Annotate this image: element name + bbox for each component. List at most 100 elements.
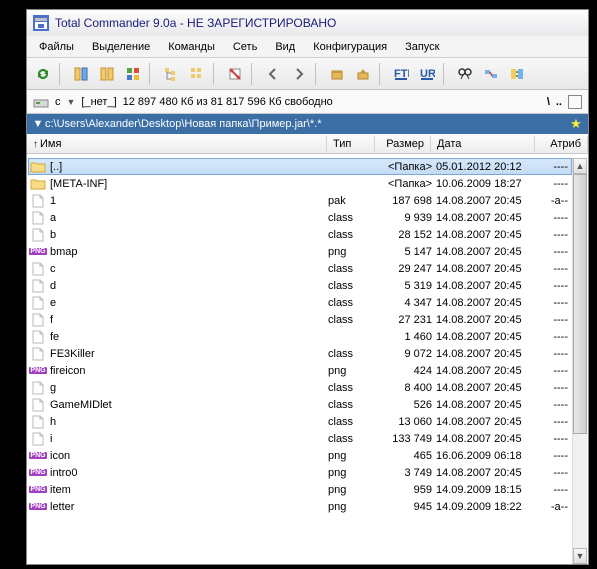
file-name: icon xyxy=(50,450,328,462)
app-window: Total Commander 9.0a - НЕ ЗАРЕГИСТРИРОВА… xyxy=(26,9,589,565)
file-attr: ---- xyxy=(536,467,570,479)
file-attr: ---- xyxy=(536,280,570,292)
table-row[interactable]: eclass4 34714.08.2007 20:45---- xyxy=(28,294,572,311)
back-icon[interactable] xyxy=(261,62,285,86)
file-name: h xyxy=(50,416,328,428)
view-brief-icon[interactable] xyxy=(69,62,93,86)
scroll-down-icon[interactable]: ▼ xyxy=(573,548,587,564)
file-date: 16.06.2009 06:18 xyxy=(432,450,536,462)
scroll-thumb[interactable] xyxy=(573,174,587,434)
menu-files[interactable]: Файлы xyxy=(31,39,82,55)
file-ext: png xyxy=(328,246,376,258)
favorite-icon[interactable]: ★ xyxy=(568,116,584,132)
file-name: b xyxy=(50,229,328,241)
file-ext: class xyxy=(328,297,376,309)
table-row[interactable]: PNGletterpng94514.09.2009 18:22-a-- xyxy=(28,498,572,515)
file-attr: ---- xyxy=(536,399,570,411)
table-row[interactable]: PNGfireiconpng42414.08.2007 20:45---- xyxy=(28,362,572,379)
table-row[interactable]: PNGbmappng5 14714.08.2007 20:45---- xyxy=(28,243,572,260)
toolbar: FTP URL xyxy=(27,58,588,90)
menu-net[interactable]: Сеть xyxy=(225,39,265,55)
menu-start[interactable]: Запуск xyxy=(397,39,447,55)
forward-icon[interactable] xyxy=(287,62,311,86)
file-date: 14.09.2009 18:15 xyxy=(432,484,536,496)
table-row[interactable]: fe1 46014.08.2007 20:45---- xyxy=(28,328,572,345)
sync-icon[interactable] xyxy=(505,62,529,86)
file-list[interactable]: [..]<Папка>05.01.2012 20:12----[META-INF… xyxy=(28,158,572,564)
file-size: <Папка> xyxy=(376,161,432,173)
file-date: 14.08.2007 20:45 xyxy=(432,433,536,445)
file-attr: ---- xyxy=(536,382,570,394)
table-row[interactable]: hclass13 06014.08.2007 20:45---- xyxy=(28,413,572,430)
col-size[interactable]: Размер xyxy=(375,136,431,152)
file-size: 133 749 xyxy=(376,433,432,445)
path-dropdown-icon[interactable]: ▼ xyxy=(31,118,45,130)
table-row[interactable]: GameMIDletclass52614.08.2007 20:45---- xyxy=(28,396,572,413)
col-name[interactable]: Имя xyxy=(27,136,327,152)
refresh-icon[interactable] xyxy=(31,62,55,86)
menu-selection[interactable]: Выделение xyxy=(84,39,158,55)
tree-icon[interactable] xyxy=(159,62,183,86)
table-row[interactable]: gclass8 40014.08.2007 20:45---- xyxy=(28,379,572,396)
table-row[interactable]: 1pak187 69814.08.2007 20:45-a-- xyxy=(28,192,572,209)
drive-icon[interactable] xyxy=(33,94,49,110)
column-header: Имя Тип Размер Дата Атриб xyxy=(27,134,588,154)
drive-letter[interactable]: c xyxy=(55,96,61,108)
file-name: bmap xyxy=(50,246,328,258)
drive-none: [_нет_] xyxy=(81,96,116,108)
table-row[interactable]: iclass133 74914.08.2007 20:45---- xyxy=(28,430,572,447)
pack-icon[interactable] xyxy=(325,62,349,86)
file-name: fireicon xyxy=(50,365,328,377)
all-files-icon[interactable] xyxy=(185,62,209,86)
table-row[interactable]: PNGiconpng46516.06.2009 06:18---- xyxy=(28,447,572,464)
search-icon[interactable] xyxy=(453,62,477,86)
scrollbar[interactable]: ▲ ▼ xyxy=(572,158,587,564)
table-row[interactable]: [META-INF]<Папка>10.06.2009 18:27---- xyxy=(28,175,572,192)
table-row[interactable]: cclass29 24714.08.2007 20:45---- xyxy=(28,260,572,277)
file-attr: ---- xyxy=(536,263,570,275)
file-date: 14.08.2007 20:45 xyxy=(432,331,536,343)
file-date: 14.08.2007 20:45 xyxy=(432,263,536,275)
table-row[interactable]: bclass28 15214.08.2007 20:45---- xyxy=(28,226,572,243)
table-row[interactable]: PNGintro0png3 74914.08.2007 20:45---- xyxy=(28,464,572,481)
url-icon[interactable]: URL xyxy=(415,62,439,86)
col-date[interactable]: Дата xyxy=(431,136,535,152)
file-name: GameMIDlet xyxy=(50,399,328,411)
file-name: [META-INF] xyxy=(50,178,328,190)
menu-commands[interactable]: Команды xyxy=(160,39,223,55)
col-attr[interactable]: Атриб xyxy=(535,136,588,152)
table-row[interactable]: [..]<Папка>05.01.2012 20:12---- xyxy=(28,158,572,175)
drive-extra-button[interactable] xyxy=(568,95,582,109)
file-icon xyxy=(30,415,46,429)
png-icon: PNG xyxy=(30,483,46,497)
scroll-up-icon[interactable]: ▲ xyxy=(573,158,587,174)
col-ext[interactable]: Тип xyxy=(327,136,375,152)
titlebar: Total Commander 9.0a - НЕ ЗАРЕГИСТРИРОВА… xyxy=(27,10,588,36)
table-row[interactable]: fclass27 23114.08.2007 20:45---- xyxy=(28,311,572,328)
file-size: 9 072 xyxy=(376,348,432,360)
table-row[interactable]: aclass9 93914.08.2007 20:45---- xyxy=(28,209,572,226)
view-thumbs-icon[interactable] xyxy=(121,62,145,86)
file-name: item xyxy=(50,484,328,496)
file-attr: ---- xyxy=(536,433,570,445)
file-size: 13 060 xyxy=(376,416,432,428)
menu-view[interactable]: Вид xyxy=(267,39,303,55)
unpack-icon[interactable] xyxy=(351,62,375,86)
file-ext: class xyxy=(328,229,376,241)
ftp-icon[interactable]: FTP xyxy=(389,62,413,86)
table-row[interactable]: FE3Killerclass9 07214.08.2007 20:45---- xyxy=(28,345,572,362)
root-button[interactable]: \ xyxy=(547,96,550,108)
rename-icon[interactable] xyxy=(479,62,503,86)
menu-config[interactable]: Конфигурация xyxy=(305,39,395,55)
current-path[interactable]: c:\Users\Alexander\Desktop\Новая папка\П… xyxy=(45,118,568,130)
file-attr: ---- xyxy=(536,450,570,462)
table-row[interactable]: dclass5 31914.08.2007 20:45---- xyxy=(28,277,572,294)
table-row[interactable]: PNGitempng95914.09.2009 18:15---- xyxy=(28,481,572,498)
up-button[interactable]: .. xyxy=(556,96,562,108)
drive-dropdown-icon[interactable]: ▼ xyxy=(67,97,76,107)
view-full-icon[interactable] xyxy=(95,62,119,86)
file-attr: ---- xyxy=(536,348,570,360)
file-name: g xyxy=(50,382,328,394)
file-attr: ---- xyxy=(536,229,570,241)
invert-icon[interactable] xyxy=(223,62,247,86)
